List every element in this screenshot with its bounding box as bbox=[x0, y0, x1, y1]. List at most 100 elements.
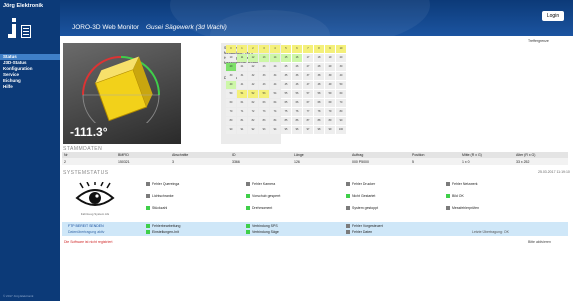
grid-cell[interactable]: 94 bbox=[270, 126, 280, 134]
activate-link[interactable]: Bitte aktivieren bbox=[528, 240, 551, 244]
grid-cell[interactable]: 100 bbox=[336, 126, 346, 134]
grid-cell[interactable]: 75 bbox=[281, 108, 291, 116]
grid-cell[interactable]: 74 bbox=[270, 108, 280, 116]
grid-cell[interactable]: 76 bbox=[292, 108, 302, 116]
grid-cell[interactable]: 54 bbox=[270, 90, 280, 98]
grid-cell[interactable]: 23 bbox=[259, 63, 269, 71]
grid-cell[interactable]: 60 bbox=[226, 99, 236, 107]
grid-cell[interactable]: 92 bbox=[248, 126, 258, 134]
grid-cell[interactable]: 97 bbox=[303, 126, 313, 134]
grid-cell[interactable]: 83 bbox=[259, 117, 269, 125]
grid-cell[interactable]: 10 bbox=[226, 54, 236, 62]
grid-cell[interactable]: 65 bbox=[281, 99, 291, 107]
grid-cell[interactable]: 72 bbox=[248, 108, 258, 116]
grid-cell[interactable]: 30 bbox=[336, 63, 346, 71]
login-button[interactable]: Login bbox=[542, 11, 564, 21]
grid-cell[interactable]: 78 bbox=[314, 108, 324, 116]
grid-cell[interactable]: 84 bbox=[270, 117, 280, 125]
grid-cell[interactable]: 19 bbox=[325, 54, 335, 62]
grid-cell[interactable]: 44 bbox=[270, 81, 280, 89]
grid-cell[interactable]: 40 bbox=[336, 72, 346, 80]
grid-cell[interactable]: 90 bbox=[336, 117, 346, 125]
grid-cell[interactable]: 96 bbox=[292, 126, 302, 134]
grid-cell[interactable]: 77 bbox=[303, 108, 313, 116]
grid-cell[interactable]: 62 bbox=[248, 99, 258, 107]
grid-cell[interactable]: 80 bbox=[226, 117, 236, 125]
sidebar-item-5[interactable]: Hilfe bbox=[0, 84, 60, 90]
grid-cell[interactable]: 63 bbox=[259, 99, 269, 107]
grid-cell[interactable]: 70 bbox=[336, 99, 346, 107]
grid-cell[interactable]: 58 bbox=[314, 90, 324, 98]
grid-cell[interactable]: 66 bbox=[292, 99, 302, 107]
grid-cell[interactable]: 53 bbox=[259, 90, 269, 98]
grid-cell[interactable]: 12 bbox=[248, 54, 258, 62]
grid-cell[interactable]: 69 bbox=[325, 99, 335, 107]
grid-cell[interactable]: 41 bbox=[237, 81, 247, 89]
grid-cell[interactable]: 11 bbox=[237, 54, 247, 62]
grid-cell[interactable]: 40 bbox=[226, 81, 236, 89]
grid-cell[interactable]: 22 bbox=[248, 63, 258, 71]
grid-cell[interactable]: 20 bbox=[336, 54, 346, 62]
grid-cell[interactable]: 37 bbox=[303, 72, 313, 80]
grid-cell[interactable]: 60 bbox=[336, 90, 346, 98]
grid-cell[interactable]: 86 bbox=[292, 117, 302, 125]
grid-cell[interactable]: 88 bbox=[314, 117, 324, 125]
grid-cell[interactable]: 91 bbox=[237, 126, 247, 134]
grid-cell[interactable]: 90 bbox=[226, 126, 236, 134]
grid-cell[interactable]: 30 bbox=[226, 72, 236, 80]
grid-cell[interactable]: 46 bbox=[292, 81, 302, 89]
grid-cell[interactable]: 43 bbox=[259, 81, 269, 89]
grid-cell[interactable]: 27 bbox=[303, 63, 313, 71]
grid-cell[interactable]: 99 bbox=[325, 126, 335, 134]
grid-cell[interactable]: 79 bbox=[325, 108, 335, 116]
grid-cell[interactable]: 55 bbox=[281, 90, 291, 98]
grid-cell[interactable]: 98 bbox=[314, 126, 324, 134]
grid-cell[interactable]: 13 bbox=[259, 54, 269, 62]
grid-cell[interactable]: 70 bbox=[226, 108, 236, 116]
grid-cell[interactable]: 47 bbox=[303, 81, 313, 89]
grid-cell[interactable]: 57 bbox=[303, 90, 313, 98]
grid-cell[interactable]: 67 bbox=[303, 99, 313, 107]
grid-cell[interactable]: 52 bbox=[248, 90, 258, 98]
grid-cell[interactable]: 50 bbox=[336, 81, 346, 89]
grid-cell[interactable]: 80 bbox=[336, 108, 346, 116]
grid-cell[interactable]: 50 bbox=[226, 90, 236, 98]
grid-cell[interactable]: 34 bbox=[270, 72, 280, 80]
grid-cell[interactable]: 38 bbox=[314, 72, 324, 80]
grid-cell[interactable]: 42 bbox=[248, 81, 258, 89]
grid-cell[interactable]: 49 bbox=[325, 81, 335, 89]
grid-cell[interactable]: 32 bbox=[248, 72, 258, 80]
grid-cell[interactable]: 61 bbox=[237, 99, 247, 107]
grid-cell[interactable]: 16 bbox=[292, 54, 302, 62]
grid-cell[interactable]: 36 bbox=[292, 72, 302, 80]
grid-cell[interactable]: 33 bbox=[259, 72, 269, 80]
grid-cell[interactable]: 29 bbox=[325, 63, 335, 71]
grid-cell[interactable]: 28 bbox=[314, 63, 324, 71]
grid-cell[interactable]: 87 bbox=[303, 117, 313, 125]
grid-cell[interactable]: 24 bbox=[270, 63, 280, 71]
grid-cell[interactable]: 48 bbox=[314, 81, 324, 89]
grid-cell[interactable]: 89 bbox=[325, 117, 335, 125]
grid-cell[interactable]: 17 bbox=[303, 54, 313, 62]
grid-cell[interactable]: 31 bbox=[237, 72, 247, 80]
grid-cell[interactable]: 82 bbox=[248, 117, 258, 125]
grid-cell[interactable]: 26 bbox=[292, 63, 302, 71]
grid-cell[interactable]: 68 bbox=[314, 99, 324, 107]
grid-cell[interactable]: 71 bbox=[237, 108, 247, 116]
grid-cell[interactable]: 14 bbox=[270, 54, 280, 62]
grid-cell[interactable]: 64 bbox=[270, 99, 280, 107]
grid-cell[interactable]: 51 bbox=[237, 90, 247, 98]
grid-cell[interactable]: 35 bbox=[281, 72, 291, 80]
grid-cell[interactable]: 81 bbox=[237, 117, 247, 125]
grid-cell[interactable]: 45 bbox=[281, 81, 291, 89]
treffergrenze-link[interactable]: Treffergrenze bbox=[528, 39, 549, 43]
grid-cell[interactable]: 59 bbox=[325, 90, 335, 98]
grid-cell[interactable]: 85 bbox=[281, 117, 291, 125]
grid-cell[interactable]: 95 bbox=[281, 126, 291, 134]
grid-cell[interactable]: 56 bbox=[292, 90, 302, 98]
grid-cell[interactable]: 73 bbox=[259, 108, 269, 116]
grid-cell[interactable]: 21 bbox=[237, 63, 247, 71]
grid-cell[interactable]: 20 bbox=[226, 63, 236, 71]
grid-cell[interactable]: 39 bbox=[325, 72, 335, 80]
grid-cell[interactable]: 93 bbox=[259, 126, 269, 134]
